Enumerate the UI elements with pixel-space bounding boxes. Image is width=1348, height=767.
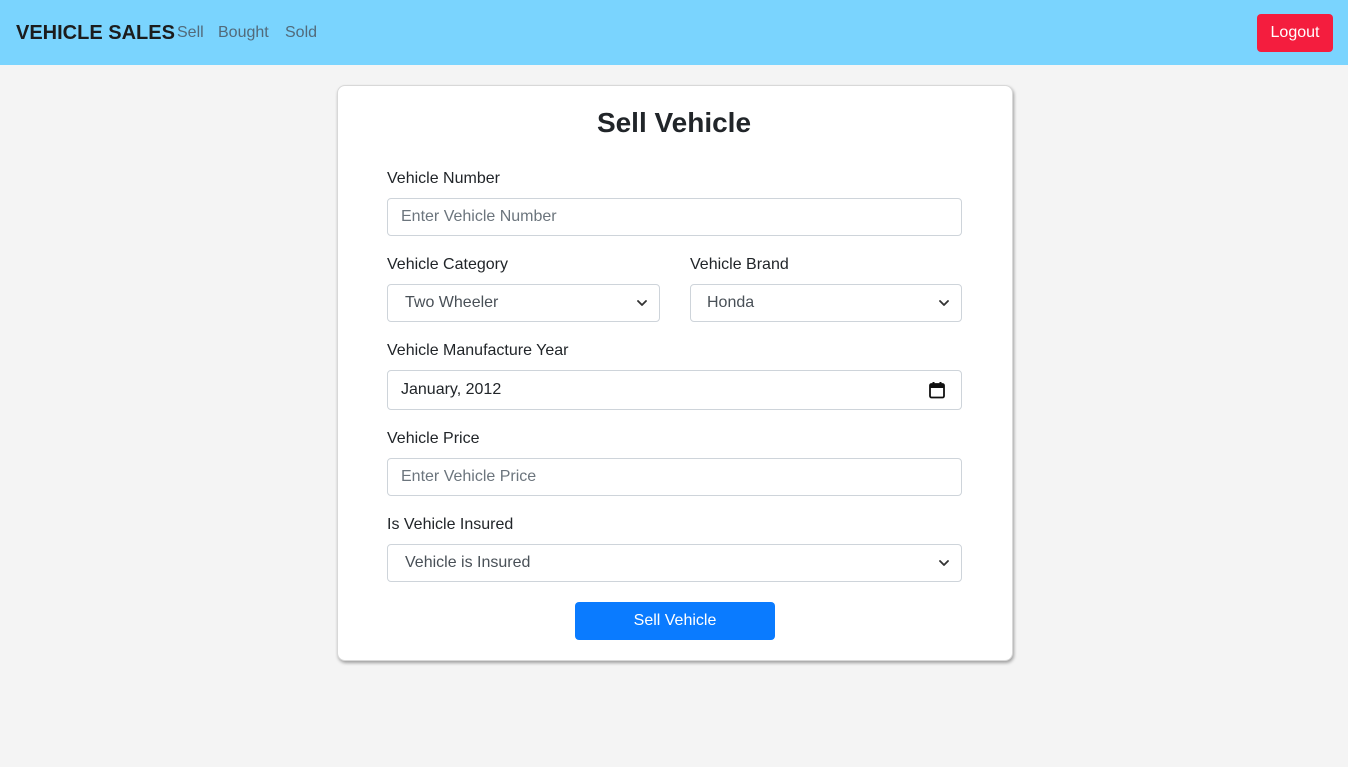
navbar: VEHICLE SALES Sell Bought Sold Logout: [0, 0, 1348, 65]
vehicle-number-label: Vehicle Number: [387, 170, 500, 187]
sell-vehicle-button[interactable]: Sell Vehicle: [575, 602, 775, 640]
form-title: Sell Vehicle: [596, 107, 752, 138]
vehicle-brand-select[interactable]: Honda: [690, 284, 962, 322]
chevron-down-icon: [939, 560, 949, 566]
nav-link-sell[interactable]: Sell: [177, 23, 204, 43]
vehicle-brand-label: Vehicle Brand: [690, 256, 789, 273]
vehicle-category-label: Vehicle Category: [387, 256, 508, 273]
vehicle-number-placeholder: Enter Vehicle Number: [401, 208, 557, 225]
calendar-icon[interactable]: [929, 382, 945, 399]
vehicle-price-input[interactable]: Enter Vehicle Price: [387, 458, 962, 496]
vehicle-category-value: Two Wheeler: [405, 294, 499, 311]
vehicle-category-select[interactable]: Two Wheeler: [387, 284, 660, 322]
vehicle-brand-value: Honda: [707, 294, 755, 311]
brand-logo-text[interactable]: VEHICLE SALES: [16, 21, 175, 45]
manufacture-year-input[interactable]: January, 2012: [387, 370, 962, 410]
nav-link-bought[interactable]: Bought: [218, 23, 269, 43]
is-insured-label: Is Vehicle Insured: [387, 516, 514, 533]
chevron-down-icon: [637, 300, 647, 306]
nav-link-sold[interactable]: Sold: [285, 23, 317, 43]
is-insured-value: Vehicle is Insured: [405, 554, 531, 571]
vehicle-price-placeholder: Enter Vehicle Price: [401, 468, 537, 485]
chevron-down-icon: [939, 300, 949, 306]
vehicle-price-label: Vehicle Price: [387, 430, 480, 447]
manufacture-year-label: Vehicle Manufacture Year: [387, 342, 569, 359]
logout-button[interactable]: Logout: [1257, 14, 1333, 52]
manufacture-year-value: January, 2012: [401, 381, 502, 398]
vehicle-number-input[interactable]: Enter Vehicle Number: [387, 198, 962, 236]
is-insured-select[interactable]: Vehicle is Insured: [387, 544, 962, 582]
